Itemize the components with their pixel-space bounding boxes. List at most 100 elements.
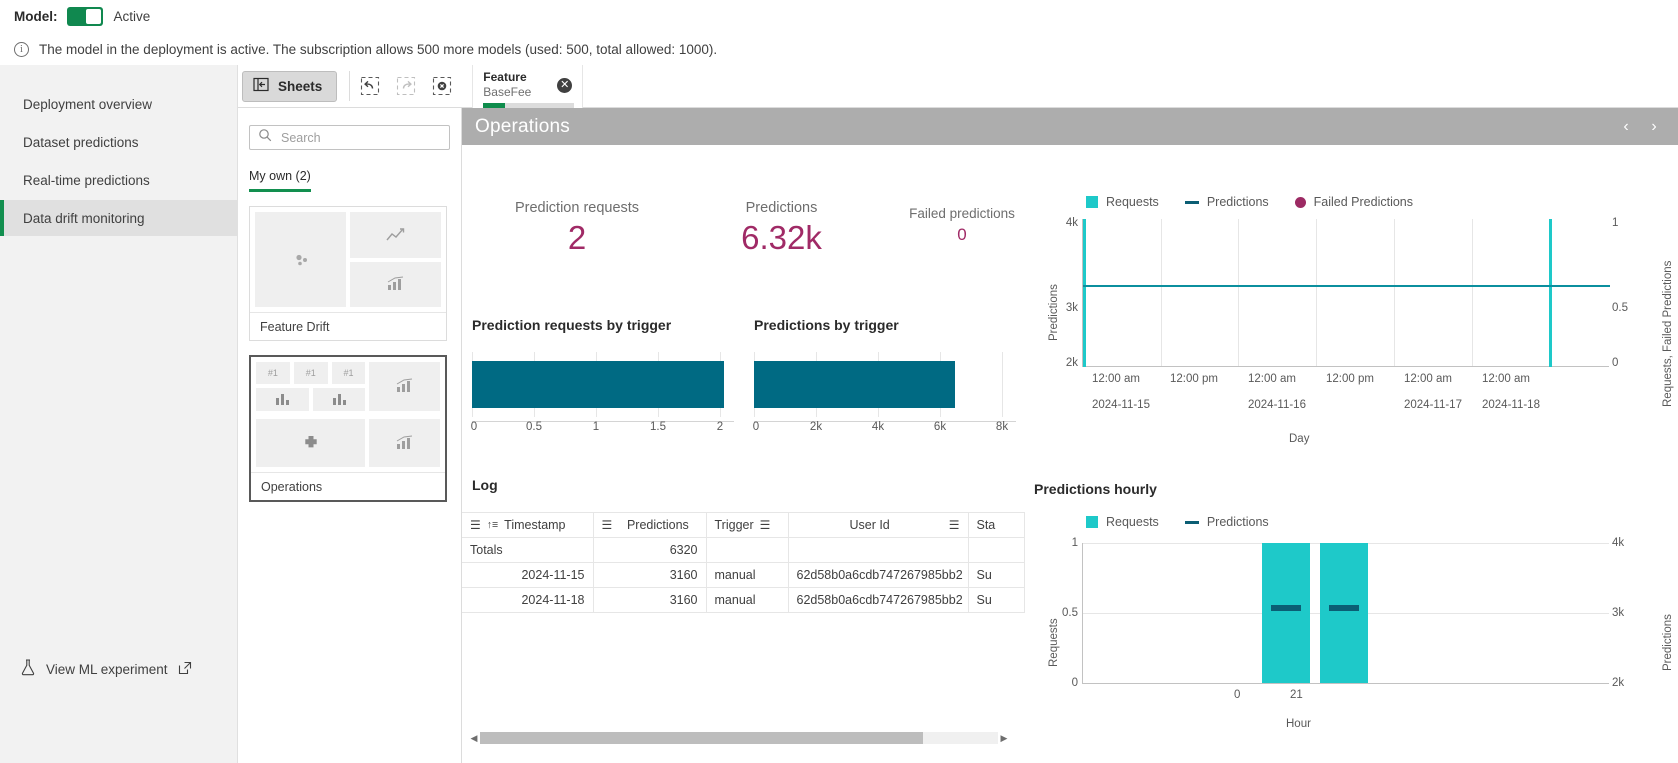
sidebar-item-dataset-predictions[interactable]: Dataset predictions: [0, 124, 237, 160]
legend-item-predictions[interactable]: Predictions: [1184, 515, 1269, 529]
column-header-trigger[interactable]: Trigger ☰: [706, 512, 789, 538]
table-row[interactable]: 2024-11-15 3160 manual 62d58b0a6cdb74726…: [462, 562, 1025, 588]
sheet-card-feature-drift[interactable]: Feature Drift: [249, 206, 447, 341]
sort-ascending-icon[interactable]: ↑≡: [487, 519, 498, 531]
cell-trigger[interactable]: manual: [706, 562, 789, 588]
chart-plot-area: [754, 352, 1016, 417]
column-header-label: Timestamp: [504, 518, 566, 532]
chevron-left-icon[interactable]: ‹: [1612, 118, 1640, 136]
chart-plot-area: [472, 352, 734, 417]
chart-predictions-by-trigger[interactable]: Predictions by trigger 0 2k 4k 6k 8k: [752, 317, 1016, 439]
column-menu-icon[interactable]: ☰: [949, 518, 960, 532]
kpi-failed-predictions[interactable]: Failed predictions 0: [862, 206, 1062, 245]
y-axis-left-label: Requests: [1048, 618, 1060, 667]
toolbar-divider: [349, 71, 351, 101]
chevron-right-icon[interactable]: ›: [1640, 118, 1668, 136]
log-horizontal-scrollbar[interactable]: ◀ ▶: [468, 731, 1010, 745]
search-box[interactable]: [249, 125, 450, 150]
thumb-table-icon: [256, 418, 366, 467]
sidebar-item-deployment-overview[interactable]: Deployment overview: [0, 86, 237, 122]
kpi-value: 2: [567, 219, 587, 256]
legend-item-requests[interactable]: Requests: [1086, 515, 1159, 529]
column-header-user-id[interactable]: User Id ☰: [788, 512, 969, 538]
chart-predictions-hourly[interactable]: Predictions hourly Requests Predictions …: [1034, 481, 1674, 761]
info-banner-text: The model in the deployment is active. T…: [39, 41, 718, 57]
x-tick: 0.5: [526, 421, 542, 433]
x-tick: 0: [752, 421, 760, 433]
cell-status[interactable]: Su: [968, 562, 1025, 588]
undo-selection-icon[interactable]: [352, 71, 388, 102]
bar-hour-21[interactable]: [1320, 543, 1368, 683]
column-header-predictions[interactable]: ☰ Predictions: [593, 512, 707, 538]
requests-bar-day-4[interactable]: [1549, 219, 1552, 367]
cell-predictions[interactable]: 3160: [593, 587, 707, 613]
close-icon[interactable]: ✕: [557, 77, 573, 93]
cell-timestamp[interactable]: 2024-11-15: [462, 562, 594, 588]
sidebar-item-real-time-predictions[interactable]: Real-time predictions: [0, 162, 237, 198]
requests-bar-day-1[interactable]: [1083, 219, 1086, 367]
y-tick-right: 4k: [1612, 537, 1625, 549]
bar-hour-0[interactable]: [1262, 543, 1310, 683]
cell-user-id[interactable]: 62d58b0a6cdb747267985bb2: [788, 562, 969, 588]
model-active-toggle[interactable]: [66, 7, 103, 26]
view-ml-experiment-link[interactable]: View ML experiment: [0, 659, 237, 679]
legend-label: Failed Predictions: [1313, 195, 1414, 209]
x-tick: 12:00 am: [1404, 373, 1452, 385]
redo-selection-icon[interactable]: [388, 71, 424, 102]
legend-item-predictions[interactable]: Predictions: [1184, 195, 1269, 209]
table-row[interactable]: 2024-11-18 3160 manual 62d58b0a6cdb74726…: [462, 587, 1025, 613]
legend-item-requests[interactable]: Requests: [1086, 195, 1159, 209]
predictions-marker-hour-0[interactable]: [1271, 605, 1301, 611]
kpi-prediction-requests[interactable]: Prediction requests 2: [472, 200, 682, 257]
bar-manual[interactable]: [754, 361, 955, 408]
sheet-grid: Prediction requests 2 Predictions 6.32k …: [462, 145, 1678, 763]
cell-user-id[interactable]: 62d58b0a6cdb747267985bb2: [788, 587, 969, 613]
predictions-line[interactable]: [1083, 285, 1610, 287]
chart-prediction-requests-by-trigger[interactable]: Prediction requests by trigger 0 0.5 1 1…: [471, 317, 734, 439]
cell-status[interactable]: Su: [968, 587, 1025, 613]
legend-item-failed-predictions[interactable]: Failed Predictions: [1294, 195, 1414, 209]
column-menu-icon[interactable]: ☰: [760, 518, 771, 532]
cell-predictions[interactable]: 3160: [593, 562, 707, 588]
scrollbar-track[interactable]: [480, 732, 998, 744]
search-input[interactable]: [279, 129, 439, 146]
kpi-label: Failed predictions: [909, 206, 1015, 221]
chart-requests-predictions-daily[interactable]: Requests Predictions Failed Predictions …: [1034, 191, 1674, 457]
column-header-status[interactable]: Sta: [968, 512, 1025, 538]
sheet-card-operations[interactable]: #1 #1 #1 Operations: [249, 355, 447, 502]
sheets-button[interactable]: Sheets: [242, 70, 338, 102]
x-tick: 21: [1290, 689, 1303, 701]
kpi-value: 0: [957, 225, 967, 244]
y-tick-left: 3k: [1065, 302, 1078, 314]
search-icon: [258, 128, 272, 147]
sidebar-item-data-drift-monitoring[interactable]: Data drift monitoring: [0, 200, 237, 236]
chart-title: Predictions by trigger: [754, 317, 899, 333]
tab-my-own[interactable]: My own (2): [249, 169, 311, 192]
predictions-marker-hour-21[interactable]: [1329, 605, 1359, 611]
scrollbar-thumb[interactable]: [480, 732, 923, 744]
clear-selection-icon[interactable]: [424, 71, 460, 102]
x-tick-date: 2024-11-18: [1482, 399, 1540, 411]
scroll-right-icon[interactable]: ▶: [998, 733, 1010, 744]
y-tick-right: 1: [1612, 217, 1619, 229]
chart-title: Prediction requests by trigger: [472, 317, 672, 333]
chart-legend: Requests Predictions: [1086, 515, 1269, 529]
scroll-left-icon[interactable]: ◀: [468, 733, 480, 744]
thumb-combo-chart-icon: [369, 418, 440, 467]
cell-timestamp[interactable]: 2024-11-18: [462, 587, 594, 613]
thumb-bar-icon: [256, 388, 309, 411]
app-tab-feature-basefee[interactable]: Feature BaseFee ✕: [472, 64, 584, 108]
bar-manual[interactable]: [472, 361, 724, 408]
sheet-content: Operations ‹ › Prediction requests 2 Pre…: [462, 108, 1678, 763]
sidebar-item-label: Dataset predictions: [23, 134, 139, 150]
column-header-timestamp[interactable]: ☰ ↑≡ Timestamp: [462, 512, 594, 538]
thumb-kpi-badge: #1: [256, 362, 290, 384]
kpi-label: Prediction requests: [514, 200, 640, 216]
column-menu-icon[interactable]: ☰: [470, 518, 481, 532]
kpi-predictions[interactable]: Predictions 6.32k: [674, 200, 889, 257]
y-tick-left: 0.5: [1062, 607, 1078, 619]
cell-trigger[interactable]: manual: [706, 587, 789, 613]
column-menu-icon[interactable]: ☰: [602, 518, 613, 532]
legend-label: Predictions: [1206, 195, 1269, 209]
thumb-scatter-icon: [255, 212, 346, 307]
